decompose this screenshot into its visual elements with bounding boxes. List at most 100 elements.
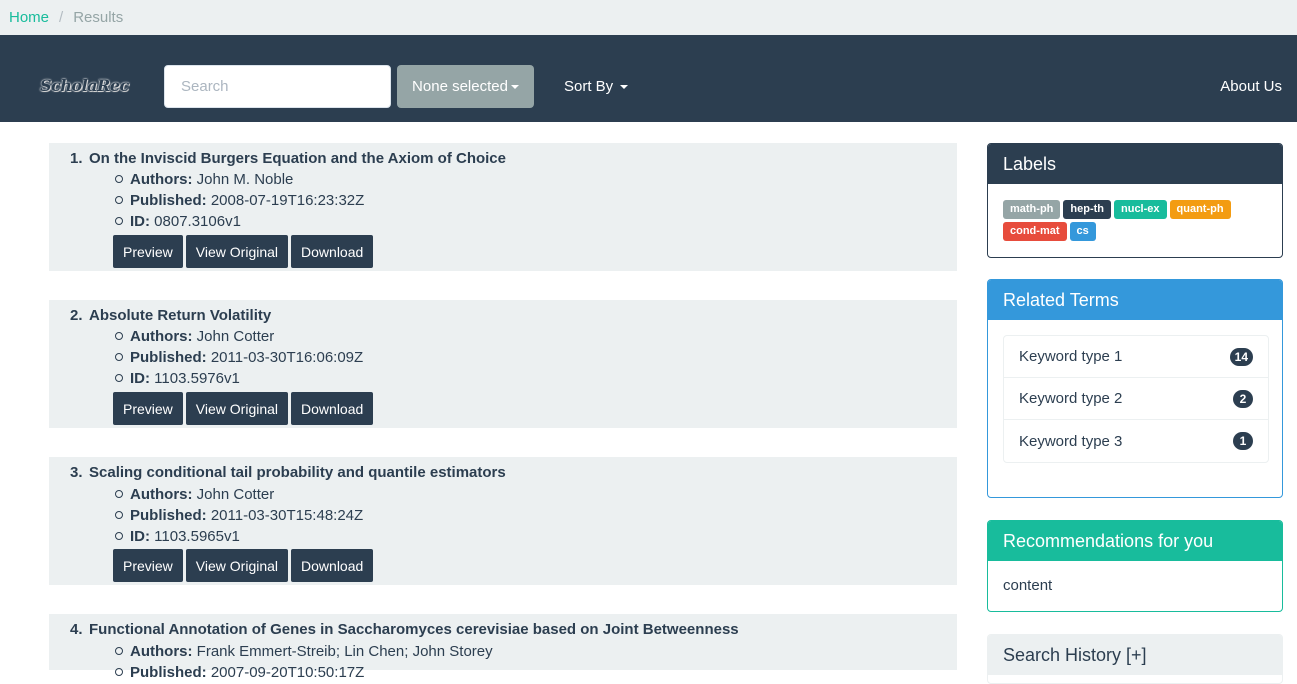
bullet-icon [115,332,123,341]
result-item: 4. Functional Annotation of Genes in Sacc… [49,614,957,681]
search-input[interactable] [164,65,391,108]
view-original-button[interactable]: View Original [185,549,289,582]
result-title-text: Scaling conditional tail probability and… [89,464,506,481]
id-label: ID: [130,370,150,387]
list-item[interactable]: Keyword type 1 14 [1004,336,1268,378]
caret-down-icon [620,85,629,90]
bullet-icon [115,374,123,383]
label-tag[interactable]: quant-ph [1169,200,1231,219]
keyword-label: Keyword type 2 [1019,390,1123,407]
authors-value: John Cotter [196,328,275,345]
id-value: 0807.3106v1 [154,213,241,230]
result-title-text: On the Inviscid Burgers Equation and the… [89,150,506,167]
count-badge: 1 [1233,432,1253,450]
caret-down-icon [510,84,519,89]
count-badge: 2 [1233,389,1253,408]
navbar: ScholaRec None selected Sort By About Us [0,35,1297,122]
label-tag[interactable]: hep-th [1063,200,1111,219]
bullet-icon [115,647,123,656]
related-terms-title: Related Terms [988,280,1282,320]
bullet-icon [115,353,123,362]
view-original-button[interactable]: View Original [185,235,289,268]
result-authors: Authors: John Cotter [115,486,274,503]
breadcrumb-home-link[interactable]: Home [9,9,49,26]
recommendations-content: content [1003,577,1053,594]
label-tag[interactable]: cs [1069,222,1096,241]
preview-button[interactable]: Preview [113,392,183,425]
download-button[interactable]: Download [291,392,374,425]
breadcrumb-current: Results [73,9,124,26]
breadcrumb-separator: / [59,9,64,26]
result-published: Published: 2008-07-19T16:23:32Z [115,192,364,209]
bullet-icon [115,196,123,205]
result-published: Published: 2011-03-30T16:06:09Z [115,349,363,366]
multiselect-label: None selected [412,78,508,95]
breadcrumb: Home / Results [0,0,1297,35]
bullet-icon [115,532,123,541]
authors-label: Authors: [130,486,193,503]
recommendations-panel: Recommendations for you content [987,520,1283,612]
related-terms-list: Keyword type 1 14 Keyword type 2 2 Keywo… [1003,335,1269,463]
authors-value: John Cotter [196,486,275,503]
recommendations-title: Recommendations for you [988,521,1282,561]
list-item[interactable]: Keyword type 3 1 [1004,420,1268,462]
category-multiselect[interactable]: None selected [397,65,534,108]
result-actions: Preview View Original Download [113,549,374,582]
result-actions: Preview View Original Download [113,235,374,268]
result-id: ID: 1103.5976v1 [115,370,240,387]
preview-button[interactable]: Preview [113,549,183,582]
list-item[interactable]: Keyword type 2 2 [1004,378,1268,420]
result-title-text: Absolute Return Volatility [89,307,272,324]
preview-button[interactable]: Preview [113,235,183,268]
published-value: 2011-03-30T16:06:09Z [210,349,364,366]
labels-panel: Labels math-ph hep-th nucl-ex quant-ph c… [987,143,1283,258]
label-tag[interactable]: math-ph [1003,200,1061,219]
result-number: 2. [70,307,83,324]
result-title[interactable]: 3. Scaling conditional tail probability a… [70,464,506,481]
about-us-link[interactable]: About Us [1220,78,1282,95]
result-title[interactable]: 1. On the Inviscid Burgers Equation and t… [70,150,506,167]
authors-label: Authors: [130,328,193,345]
id-label: ID: [130,213,150,230]
download-button[interactable]: Download [291,549,374,582]
bullet-icon [115,175,123,184]
published-label: Published: [130,192,207,209]
result-id: ID: 0807.3106v1 [115,213,241,230]
result-id: ID: 1103.5965v1 [115,528,240,545]
published-value: 2007-09-20T10:50:17Z [210,664,365,681]
result-item: 2. Absolute Return Volatility Authors: Jo… [49,300,957,428]
result-authors: Authors: John M. Noble [115,171,293,188]
authors-value: John M. Noble [196,171,294,188]
search-history-toggle[interactable]: Search History [+] [988,635,1282,675]
related-terms-panel: Related Terms Keyword type 1 14 Keyword … [987,279,1283,498]
published-label: Published: [130,349,207,366]
result-title[interactable]: 4. Functional Annotation of Genes in Sacc… [70,621,739,638]
view-original-button[interactable]: View Original [185,392,289,425]
download-button[interactable]: Download [291,235,374,268]
id-value: 1103.5976v1 [154,370,240,387]
result-item: 1. On the Inviscid Burgers Equation and t… [49,143,957,271]
labels-panel-title: Labels [988,144,1282,184]
result-title[interactable]: 2. Absolute Return Volatility [70,307,271,324]
id-label: ID: [130,528,150,545]
result-authors: Authors: John Cotter [115,328,274,345]
label-tag[interactable]: nucl-ex [1114,200,1167,219]
authors-value: Frank Emmert-Streib; Lin Chen; John Stor… [196,643,493,660]
bullet-icon [115,217,123,226]
result-title-text: Functional Annotation of Genes in Saccha… [89,621,739,638]
labels-list: math-ph hep-th nucl-ex quant-ph cond-mat… [988,184,1248,241]
bullet-icon [115,511,123,520]
sort-by-label: Sort By [564,78,614,95]
logo[interactable]: ScholaRec [40,76,129,95]
label-tag[interactable]: cond-mat [1003,222,1067,241]
result-actions: Preview View Original Download [113,392,374,425]
result-authors: Authors: Frank Emmert-Streib; Lin Chen; … [115,643,493,660]
keyword-label: Keyword type 1 [1019,348,1123,365]
search-history-panel: Search History [+] [987,634,1283,684]
published-value: 2011-03-30T15:48:24Z [210,507,364,524]
published-label: Published: [130,507,207,524]
sort-by-dropdown[interactable]: Sort By [564,78,629,95]
authors-label: Authors: [130,643,193,660]
result-published: Published: 2007-09-20T10:50:17Z [115,664,364,681]
bullet-icon [115,668,123,677]
